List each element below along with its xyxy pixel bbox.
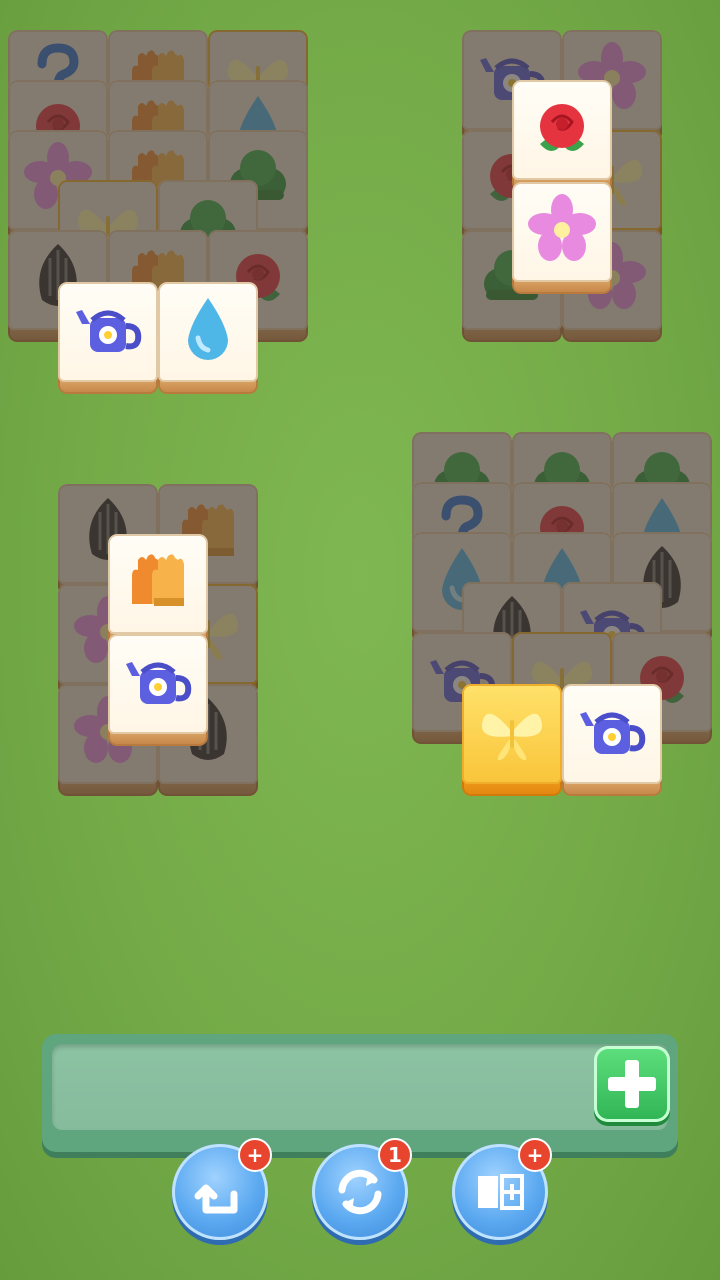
- tile-watering-can[interactable]: [562, 684, 662, 796]
- tile-butterfly[interactable]: [462, 684, 562, 796]
- tile-watering-can[interactable]: [108, 634, 208, 746]
- shuffle-badge: 1: [378, 1138, 412, 1172]
- undo-badge: +: [238, 1138, 272, 1172]
- shuffle-icon: [338, 1169, 382, 1215]
- add-slot-icon: [478, 1174, 524, 1210]
- watering-can-icon: [580, 712, 646, 754]
- rose-icon: [540, 104, 584, 151]
- tray-expand-button[interactable]: [594, 1046, 670, 1122]
- tile-rose[interactable]: [512, 80, 612, 192]
- undo-arrow-icon: [194, 1184, 238, 1214]
- butterfly-icon: [481, 713, 543, 761]
- extra-slot-badge: +: [518, 1138, 552, 1172]
- watering-can-icon: [76, 310, 142, 352]
- gloves-icon: [132, 554, 184, 606]
- tile-water-drop[interactable]: [158, 282, 258, 394]
- water-drop-icon: [188, 298, 228, 360]
- tile-tray: [42, 1034, 678, 1152]
- tile-gloves[interactable]: [108, 534, 208, 646]
- tile-watering-can[interactable]: [58, 282, 158, 394]
- watering-can-icon: [126, 662, 192, 704]
- tray-slots: [52, 1044, 668, 1130]
- tile-pink-flower[interactable]: [512, 182, 612, 294]
- pink-flower-icon: [528, 194, 596, 261]
